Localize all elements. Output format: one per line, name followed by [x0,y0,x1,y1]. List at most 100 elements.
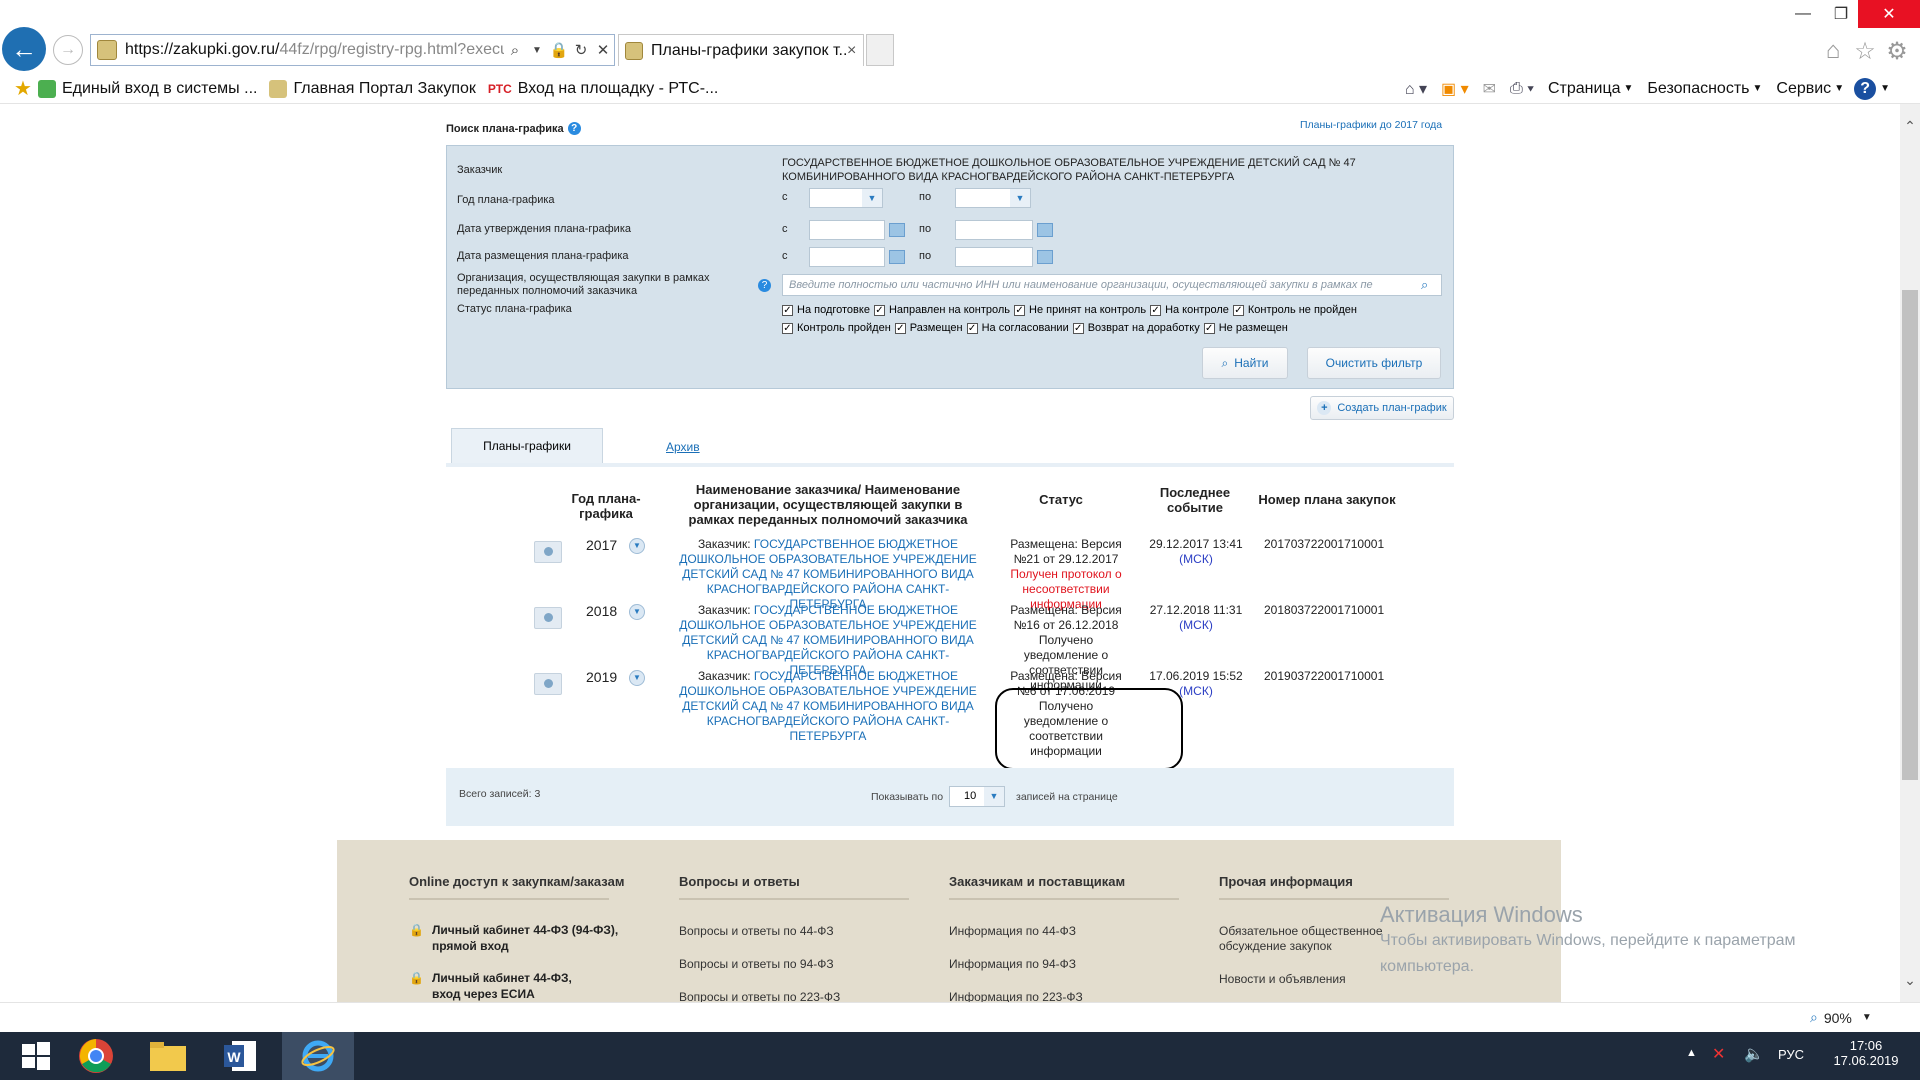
approve-date-from-input[interactable] [809,220,885,240]
status-checkbox[interactable]: ✓ Не размещен [1203,322,1288,334]
browser-tab[interactable]: Планы-графики закупок т... × [618,34,864,66]
menu-security[interactable]: Безопасность ▼ [1647,80,1762,98]
taskbar-word[interactable]: W [204,1032,276,1080]
refresh-icon[interactable]: ↻ [570,39,592,61]
footer-link-cabinet[interactable]: 🔒 Личный кабинет 44-ФЗ (94-ФЗ), прямой вх… [409,922,662,954]
org-search-field[interactable]: Введите полностью или частично ИНН или н… [782,274,1442,296]
chevron-down-icon[interactable]: ▼ [1880,83,1890,94]
settings-gear-icon[interactable]: ⚙ [1882,36,1912,66]
menu-tools[interactable]: Сервис ▼ [1776,80,1844,98]
status-checkbox[interactable]: ✓ На контроле [1150,304,1229,316]
home-icon[interactable]: ⌂ [1818,36,1848,66]
forward-button[interactable]: → [53,35,83,65]
plan-number-link[interactable]: 201703722001710001 [1264,537,1384,551]
new-tab-button[interactable] [866,34,894,66]
year-from-select[interactable]: ▼ [809,188,883,208]
favorites-add-icon[interactable]: ★ [14,76,32,101]
zoom-control[interactable]: ⌕ 90% ▼ [1810,1009,1872,1026]
legacy-plans-link[interactable]: Планы-графики до 2017 года [1300,119,1442,131]
status-checkbox[interactable]: ✓ Направлен на контроль [873,304,1010,316]
plan-card-icon[interactable] [534,607,562,629]
checkbox-check-icon: ✓ [782,304,793,316]
chevron-down-icon[interactable]: ▼ [629,670,645,686]
chevron-down-icon[interactable]: ▼ [629,538,645,554]
footer-link-qa-94[interactable]: Вопросы и ответы по 94-ФЗ [679,957,834,971]
network-icon[interactable]: ✕ [1712,1044,1725,1064]
footer-link-news[interactable]: Новости и объявления [1219,972,1346,986]
approve-date-label: Дата утверждения плана-графика [457,223,631,235]
search-icon[interactable]: ⌕ [1421,277,1441,293]
help-icon[interactable]: ? [758,279,771,292]
tab-archive[interactable]: Архив [666,440,700,454]
find-button[interactable]: ⌕ Найти [1202,347,1288,379]
status-checkbox[interactable]: ✓ На согласовании [966,322,1069,334]
scroll-down-icon[interactable]: ⌄ [1900,972,1920,992]
footer-link-info-94[interactable]: Информация по 94-ФЗ [949,957,1076,971]
dropdown-icon[interactable]: ▼ [526,39,548,61]
rss-icon[interactable]: ▣ ▾ [1441,79,1469,99]
favorites-star-icon[interactable]: ☆ [1850,36,1880,66]
favorite-rts[interactable]: РТС Вход на площадку - РТС-... [488,80,718,98]
plan-card-icon[interactable] [534,673,562,695]
taskbar-chrome[interactable] [60,1032,132,1080]
favorite-esia[interactable]: Единый вход в системы ... [37,79,257,98]
address-url[interactable]: https://zakupki.gov.ru/44fz/rpg/registry… [125,41,504,59]
publish-date-to-input[interactable] [955,247,1033,267]
footer-link-esia[interactable]: 🔒 Личный кабинет 44-ФЗ, вход через ЕСИА [409,970,602,1002]
status-checkbox[interactable]: ✓ Размещен [894,322,963,334]
calendar-icon[interactable] [889,250,905,264]
calendar-icon[interactable] [889,223,905,237]
taskbar-ie[interactable] [282,1032,354,1080]
scroll-up-icon[interactable]: ⌃ [1900,118,1920,138]
stop-icon[interactable]: ✕ [592,39,614,61]
mail-icon[interactable]: ✉ [1483,79,1496,99]
footer-link-info-44[interactable]: Информация по 44-ФЗ [949,924,1076,938]
favorite-zakupki[interactable]: Главная Портал Закупок [269,79,476,98]
menu-page[interactable]: Страница ▼ [1548,80,1633,98]
approve-date-to-input[interactable] [955,220,1033,240]
clear-filter-button[interactable]: Очистить фильтр [1307,347,1441,379]
tab-plans[interactable]: Планы-графики [451,428,603,463]
language-indicator[interactable]: РУС [1778,1047,1804,1062]
url-path: 44fz/rpg/registry-rpg.html?executio [279,41,504,58]
back-button[interactable]: ← [2,27,46,71]
plan-number-link[interactable]: 201803722001710001 [1264,603,1384,617]
lock-icon[interactable]: 🔒 [548,39,570,61]
create-plan-button[interactable]: + Создать план-график [1310,396,1454,420]
status-checkbox[interactable]: ✓ Контроль не пройден [1232,304,1357,316]
chevron-down-icon[interactable]: ▼ [629,604,645,620]
publish-date-from-input[interactable] [809,247,885,267]
from-label: с [782,223,788,235]
footer-link-qa-44[interactable]: Вопросы и ответы по 44-ФЗ [679,924,834,938]
tray-expand-icon[interactable]: ▲ [1686,1047,1697,1059]
status-checkbox[interactable]: ✓ Возврат на доработку [1072,322,1200,334]
windows-taskbar: W ▲ ✕ 🔈 РУС 17:06 17.06.2019 [0,1032,1920,1080]
help-icon[interactable]: ? [1854,77,1877,100]
volume-icon[interactable]: 🔈 [1744,1044,1764,1064]
favorite-label: Вход на площадку - РТС-... [517,79,719,97]
close-window-button[interactable]: ✕ [1858,0,1920,28]
taskbar-explorer[interactable] [132,1032,204,1080]
tab-close-icon[interactable]: × [847,42,863,60]
status-checkbox[interactable]: ✓ Контроль пройден [782,322,891,334]
search-icon[interactable]: ⌕ [504,39,526,61]
lock-icon: 🔒 [409,923,424,937]
calendar-icon[interactable] [1037,223,1053,237]
status-text: Размещена: Версия №21 от 29.12.2017 [1010,537,1122,566]
print-icon[interactable]: ⎙ ▾ [1510,80,1534,98]
table-footer: Всего записей: 3 Показывать по 10 ▼ запис… [446,768,1454,826]
find-button-label: Найти [1234,356,1269,370]
per-page-select[interactable]: 10 ▼ [949,786,1005,807]
year-to-select[interactable]: ▼ [955,188,1031,208]
help-icon[interactable]: ? [567,122,581,135]
address-bar[interactable]: https://zakupki.gov.ru/44fz/rpg/registry… [90,34,615,66]
chevron-down-icon: ▼ [862,189,882,207]
calendar-icon[interactable] [1037,250,1053,264]
status-checkbox[interactable]: ✓ Не принят на контроль [1014,304,1146,316]
scrollbar-thumb[interactable] [1902,290,1918,780]
plan-number-link[interactable]: 201903722001710001 [1264,669,1384,683]
home-cmd-icon[interactable]: ⌂ ▾ [1405,79,1427,99]
status-checkbox[interactable]: ✓ На подготовке [782,304,870,316]
clock[interactable]: 17:06 17.06.2019 [1828,1038,1904,1068]
plan-card-icon[interactable] [534,541,562,563]
